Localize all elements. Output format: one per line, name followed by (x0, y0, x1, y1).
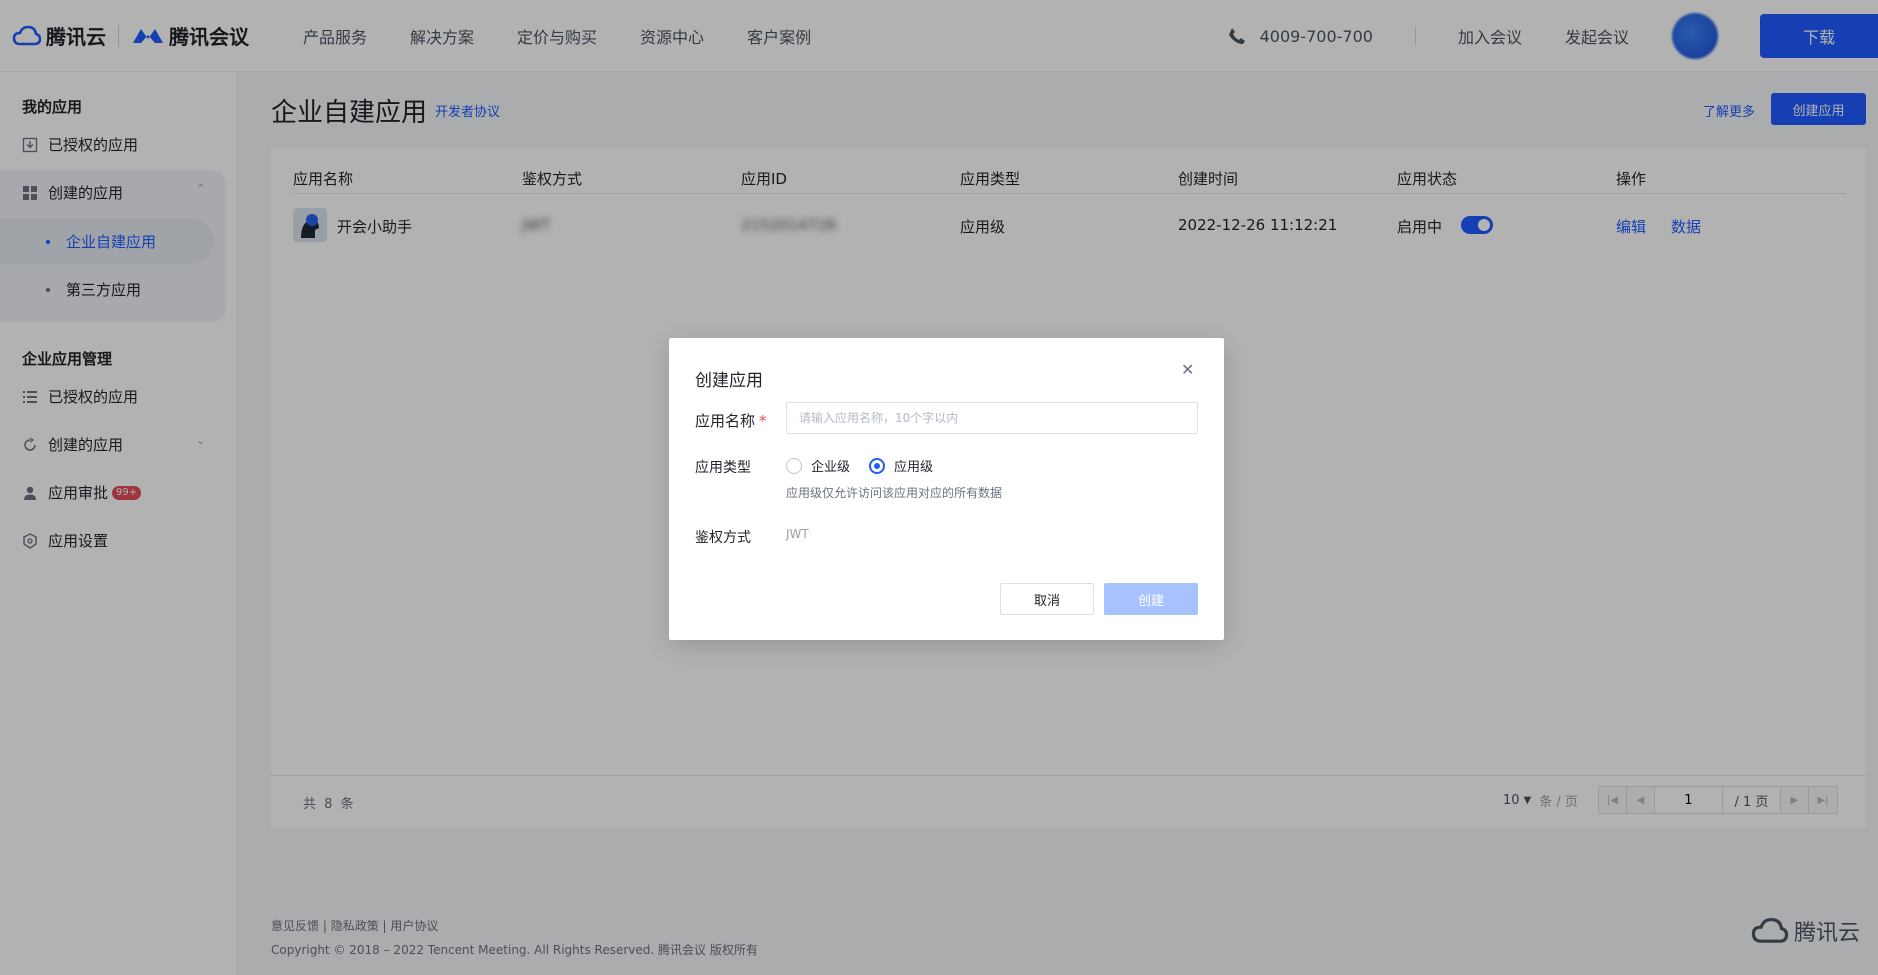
radio-enterprise-level[interactable]: 企业级 (786, 456, 850, 475)
radio-label: 企业级 (811, 460, 851, 475)
app-type-hint: 应用级仅允许访问该应用对应的所有数据 (786, 486, 1003, 500)
create-app-dialog: 创建应用 ✕ 应用名称* 应用类型 企业级 应用级 应用级仅允许访问该应用对应的… (669, 338, 1224, 640)
close-icon[interactable]: ✕ (1181, 360, 1194, 379)
app-name-label: 应用名称 * (695, 410, 767, 431)
app-name-label-text: 应用名称 (695, 412, 756, 430)
app-name-input[interactable] (786, 402, 1198, 434)
dialog-title: 创建应用 (695, 371, 763, 391)
required-asterisk-icon: * (759, 412, 767, 430)
create-button[interactable]: 创建 (1104, 583, 1198, 615)
auth-method-label: 鉴权方式 (695, 530, 751, 546)
radio-unchecked-icon (786, 457, 802, 474)
cancel-button[interactable]: 取消 (1000, 583, 1094, 615)
radio-label: 应用级 (894, 460, 934, 475)
radio-app-level[interactable]: 应用级 (869, 456, 933, 475)
radio-checked-icon (869, 457, 885, 474)
app-type-label: 应用类型 (695, 460, 751, 476)
auth-method-value: JWT (786, 527, 809, 541)
